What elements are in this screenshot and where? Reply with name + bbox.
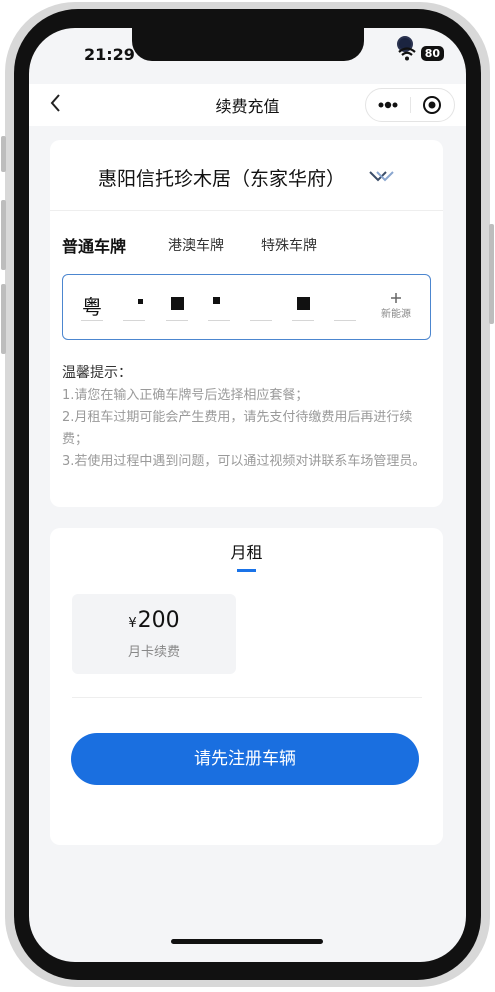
side-button-power — [489, 224, 494, 324]
plate-slot[interactable] — [292, 287, 314, 321]
slot-underline — [208, 320, 230, 321]
navbar: 续费充值 — [29, 84, 466, 126]
tips-section: 温馨提示： 1.请您在输入正确车牌号后选择相应套餐； 2.月租车过期可能会产生费… — [62, 362, 432, 473]
redaction-mark — [297, 297, 310, 310]
side-button-volume-down — [1, 284, 6, 354]
plate-card: 惠阳信托珍木居（东家华府） 普通车牌 港澳车牌 特殊车牌 粤 新能源 温馨提示：… — [50, 140, 443, 507]
parking-selector[interactable]: 惠阳信托珍木居（东家华府） — [50, 140, 443, 211]
tip-item: 2.月租车过期可能会产生费用，请先支付待缴费用后再进行续费； — [62, 410, 413, 447]
package-desc: 月卡续费 — [127, 645, 180, 660]
package-price: ¥200 — [72, 608, 236, 633]
battery-indicator: 80 — [420, 46, 444, 61]
plate-province: 粤 — [82, 295, 102, 319]
slot-underline — [123, 320, 145, 321]
plate-slot[interactable] — [166, 287, 188, 321]
chevron-down-icon — [369, 171, 394, 182]
package-option[interactable]: ¥200 月卡续费 — [72, 594, 236, 674]
status-icons: 80 — [397, 46, 444, 61]
slot-underline — [250, 320, 272, 321]
tab-special-plate[interactable]: 特殊车牌 — [261, 235, 317, 255]
redaction-mark — [138, 299, 143, 304]
price-value: 200 — [137, 608, 180, 633]
plan-card: 月租 ¥200 月卡续费 请先注册车辆 — [50, 528, 443, 845]
tips-title: 温馨提示： — [62, 365, 132, 381]
redaction-mark — [171, 297, 184, 310]
notch — [132, 28, 413, 61]
slot-underline — [81, 320, 103, 321]
plus-icon — [391, 293, 401, 303]
plate-input[interactable]: 粤 新能源 — [62, 274, 431, 340]
new-energy-label: 新能源 — [381, 309, 411, 320]
tab-normal-plate[interactable]: 普通车牌 — [62, 233, 126, 257]
register-vehicle-button[interactable]: 请先注册车辆 — [71, 733, 419, 785]
slot-underline — [292, 320, 314, 321]
more-icon[interactable] — [366, 89, 410, 121]
screen: 21:29 80 续费充值 惠阳信托珍木居（东家华府） 普通车牌 港澳车牌 特殊… — [29, 28, 466, 962]
currency-symbol: ¥ — [128, 616, 137, 631]
plate-slot[interactable] — [334, 287, 356, 321]
slot-underline — [334, 320, 356, 321]
redaction-mark — [213, 297, 220, 304]
mini-program-capsule — [365, 88, 455, 122]
home-indicator[interactable] — [171, 939, 323, 944]
plate-slot[interactable] — [208, 287, 230, 321]
new-energy-slot[interactable]: 新能源 — [376, 293, 416, 320]
tab-hk-macau-plate[interactable]: 港澳车牌 — [168, 235, 224, 255]
parking-name: 惠阳信托珍木居（东家华府） — [98, 168, 346, 190]
divider — [72, 697, 422, 698]
side-button-volume-up — [1, 200, 6, 270]
plate-slot[interactable] — [250, 287, 272, 321]
status-time: 21:29 — [84, 45, 135, 64]
tip-item: 3.若使用过程中遇到问题，可以通过视频对讲联系车场管理员。 — [62, 454, 426, 469]
tab-indicator — [237, 569, 256, 572]
slot-underline — [166, 320, 188, 321]
plate-slot[interactable] — [123, 287, 145, 321]
tab-monthly[interactable]: 月租 — [50, 539, 443, 563]
plate-slot-province[interactable]: 粤 — [81, 287, 103, 321]
wifi-icon — [397, 46, 416, 60]
close-icon[interactable] — [410, 89, 454, 121]
side-button-mute — [1, 136, 6, 172]
tip-item: 1.请您在输入正确车牌号后选择相应套餐； — [62, 388, 309, 403]
